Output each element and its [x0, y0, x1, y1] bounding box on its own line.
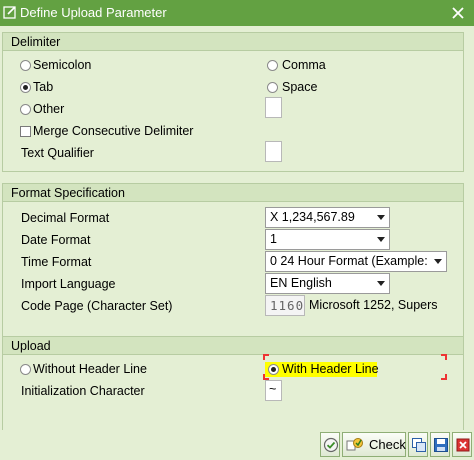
date-format-select[interactable]: 1: [265, 229, 390, 250]
import-language-label: Import Language: [21, 277, 116, 291]
format-header-label: Format Specification: [11, 186, 125, 200]
edit-window-icon: [3, 6, 16, 19]
continue-button[interactable]: [320, 432, 340, 457]
other-delimiter-input[interactable]: [265, 97, 282, 118]
date-format-value: 1: [270, 232, 277, 246]
delimiter-group: Delimiter Semicolon Comma Tab Space Othe…: [2, 32, 464, 172]
format-spec-group: Format Specification Decimal Format X 1,…: [2, 183, 464, 343]
time-format-value: 0 24 Hour Format (Example: 12:05:1: [270, 254, 428, 268]
check-button-label: Check: [369, 437, 406, 452]
time-format-select[interactable]: 0 24 Hour Format (Example: 12:05:1: [265, 251, 447, 272]
tab-label: Tab: [33, 80, 54, 94]
decimal-format-value: X 1,234,567.89: [270, 210, 355, 224]
checkmark-circle-icon: [323, 437, 339, 453]
decimal-format-select[interactable]: X 1,234,567.89: [265, 207, 390, 228]
bottom-toolbar: Check: [0, 430, 474, 460]
text-qualifier-input[interactable]: [265, 141, 282, 162]
copy-icon: [412, 438, 426, 452]
date-format-label: Date Format: [21, 233, 91, 247]
window-title: Define Upload Parameter: [20, 5, 167, 20]
import-language-value: EN English: [270, 276, 332, 290]
init-char-label: Initialization Character: [21, 384, 145, 398]
format-group-header: Format Specification: [3, 184, 463, 202]
radio-semicolon[interactable]: [20, 60, 31, 71]
radio-space[interactable]: [267, 82, 278, 93]
other-label: Other: [33, 102, 65, 116]
chevron-down-icon: [377, 281, 385, 286]
radio-tab[interactable]: [20, 82, 31, 93]
time-format-label: Time Format: [21, 255, 92, 269]
radio-comma[interactable]: [267, 60, 278, 71]
save-button[interactable]: [430, 432, 450, 457]
copy-button[interactable]: [408, 432, 428, 457]
text-qualifier-label: Text Qualifier: [21, 146, 94, 160]
semicolon-label: Semicolon: [33, 58, 92, 72]
save-icon: [434, 438, 448, 452]
chevron-down-icon: [377, 215, 385, 220]
radio-other[interactable]: [20, 104, 31, 115]
comma-label: Comma: [282, 58, 326, 72]
import-language-select[interactable]: EN English: [265, 273, 390, 294]
check-button[interactable]: Check: [342, 432, 406, 457]
code-page-label: Code Page (Character Set): [21, 299, 173, 313]
delimiter-header-label: Delimiter: [11, 35, 61, 49]
chevron-down-icon: [434, 259, 442, 264]
space-label: Space: [282, 80, 318, 94]
cancel-button[interactable]: [452, 432, 472, 457]
code-page-input[interactable]: 1160: [265, 295, 305, 316]
with-header-label: With Header Line: [282, 362, 379, 376]
check-icon: [346, 438, 363, 451]
cancel-icon: [456, 438, 470, 452]
close-window-icon[interactable]: [442, 0, 474, 26]
code-page-description: Microsoft 1252, Superset of ISO 8859-1: [309, 298, 437, 312]
delimiter-group-header: Delimiter: [3, 33, 463, 51]
upload-header-label: Upload: [11, 339, 51, 353]
merge-delimiter-label: Merge Consecutive Delimiter: [33, 124, 194, 138]
decimal-format-label: Decimal Format: [21, 211, 110, 225]
chevron-down-icon: [377, 237, 385, 242]
upload-group-header: Upload: [3, 337, 463, 355]
merge-delimiter-checkbox[interactable]: [20, 126, 31, 137]
radio-without-header[interactable]: [20, 364, 31, 375]
without-header-label: Without Header Line: [33, 362, 147, 376]
dialog-body: Delimiter Semicolon Comma Tab Space Othe…: [0, 26, 474, 460]
radio-with-header[interactable]: [268, 364, 279, 375]
init-char-input[interactable]: ~: [265, 380, 282, 401]
title-bar: Define Upload Parameter: [0, 0, 474, 26]
